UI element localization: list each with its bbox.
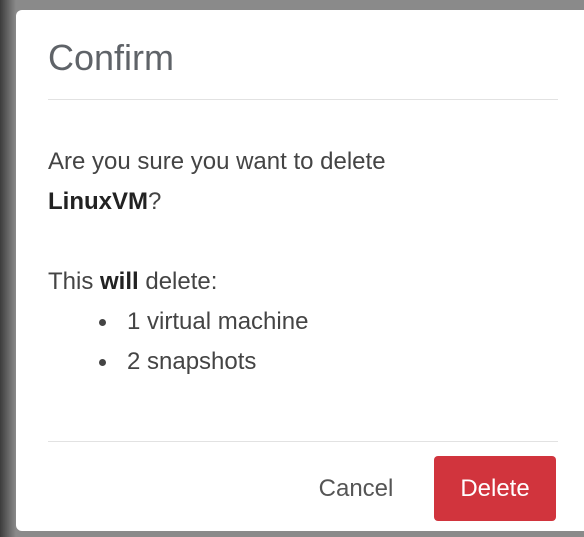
header-divider bbox=[48, 99, 558, 100]
bullet-icon bbox=[99, 319, 106, 326]
question-mark: ? bbox=[148, 188, 162, 215]
will-suffix: delete: bbox=[138, 268, 218, 295]
delete-items-list: 1 virtual machine 2 snapshots bbox=[94, 302, 308, 382]
confirm-target-line: LinuxVM? bbox=[48, 182, 161, 222]
dialog-title: Confirm bbox=[48, 37, 175, 78]
confirm-question: Are you sure you want to delete bbox=[48, 148, 386, 175]
will-prefix: This bbox=[48, 268, 101, 295]
list-item-label: 2 snapshots bbox=[127, 348, 257, 375]
cancel-button[interactable]: Cancel bbox=[298, 457, 414, 521]
delete-button[interactable]: Delete bbox=[434, 456, 556, 521]
target-name: LinuxVM bbox=[48, 188, 148, 215]
list-item-label: 1 virtual machine bbox=[127, 308, 309, 335]
will-emphasis: will bbox=[100, 268, 139, 295]
will-delete-line: This will delete: bbox=[48, 262, 217, 302]
confirm-dialog: Confirm Are you sure you want to delete … bbox=[16, 10, 584, 531]
list-item: 2 snapshots bbox=[94, 342, 308, 382]
footer-divider bbox=[48, 441, 558, 442]
bullet-icon bbox=[99, 359, 106, 366]
list-item: 1 virtual machine bbox=[94, 302, 308, 342]
